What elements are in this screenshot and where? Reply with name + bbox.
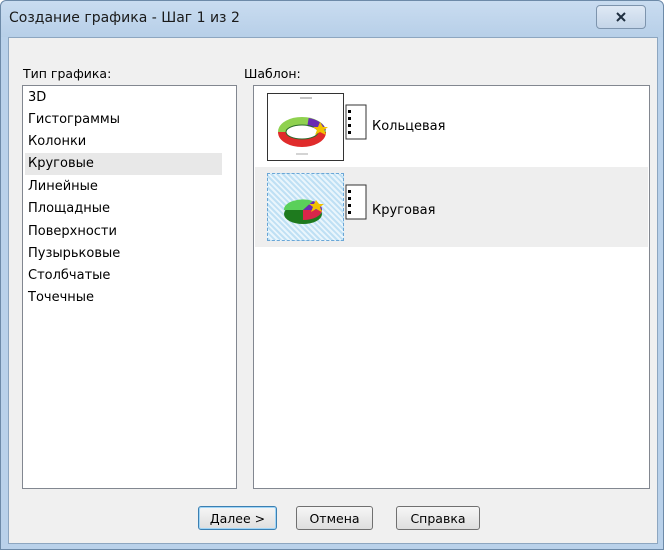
template-item-donut[interactable]: Кольцевая [255, 87, 648, 167]
cancel-button[interactable]: Отмена [296, 506, 373, 530]
window-title: Создание графика - Шаг 1 из 2 [9, 10, 240, 26]
close-icon [616, 12, 626, 22]
list-item-pie[interactable]: Круговые [25, 153, 222, 175]
template-item-pie[interactable]: Круговая [255, 167, 648, 247]
next-button[interactable]: Далее > [198, 506, 277, 530]
chart-wizard-window: Создание графика - Шаг 1 из 2 Тип график… [0, 0, 664, 550]
list-item-bubble[interactable]: Пузырьковые [28, 243, 222, 265]
template-label: Шаблон: [244, 66, 301, 81]
list-item-histograms[interactable]: Гистограммы [28, 109, 222, 131]
list-item-3d[interactable]: 3D [28, 87, 222, 109]
list-item-area[interactable]: Площадные [28, 198, 222, 220]
list-item-columns[interactable]: Колонки [28, 131, 222, 153]
donut-chart-icon [267, 93, 344, 161]
template-name-pie: Круговая [372, 203, 436, 218]
dialog-body: Тип графика: Шаблон: 3D Гистограммы Коло… [8, 37, 658, 544]
template-name-donut: Кольцевая [372, 119, 446, 134]
pie-chart-icon [267, 173, 344, 241]
chart-type-list[interactable]: 3D Гистограммы Колонки Круговые Линейные… [22, 85, 237, 489]
list-item-surface[interactable]: Поверхности [28, 221, 222, 243]
legend-icon [345, 104, 367, 140]
help-button[interactable]: Справка [396, 506, 480, 530]
template-list[interactable]: Кольцевая Круговая [253, 85, 650, 489]
legend-icon [345, 184, 367, 220]
title-bar[interactable]: Создание графика - Шаг 1 из 2 [1, 1, 663, 37]
close-button[interactable] [596, 5, 646, 29]
list-item-scatter[interactable]: Точечные [28, 287, 222, 309]
list-item-bar[interactable]: Столбчатые [28, 265, 222, 287]
chart-type-label: Тип графика: [23, 66, 112, 81]
list-item-line[interactable]: Линейные [28, 176, 222, 198]
